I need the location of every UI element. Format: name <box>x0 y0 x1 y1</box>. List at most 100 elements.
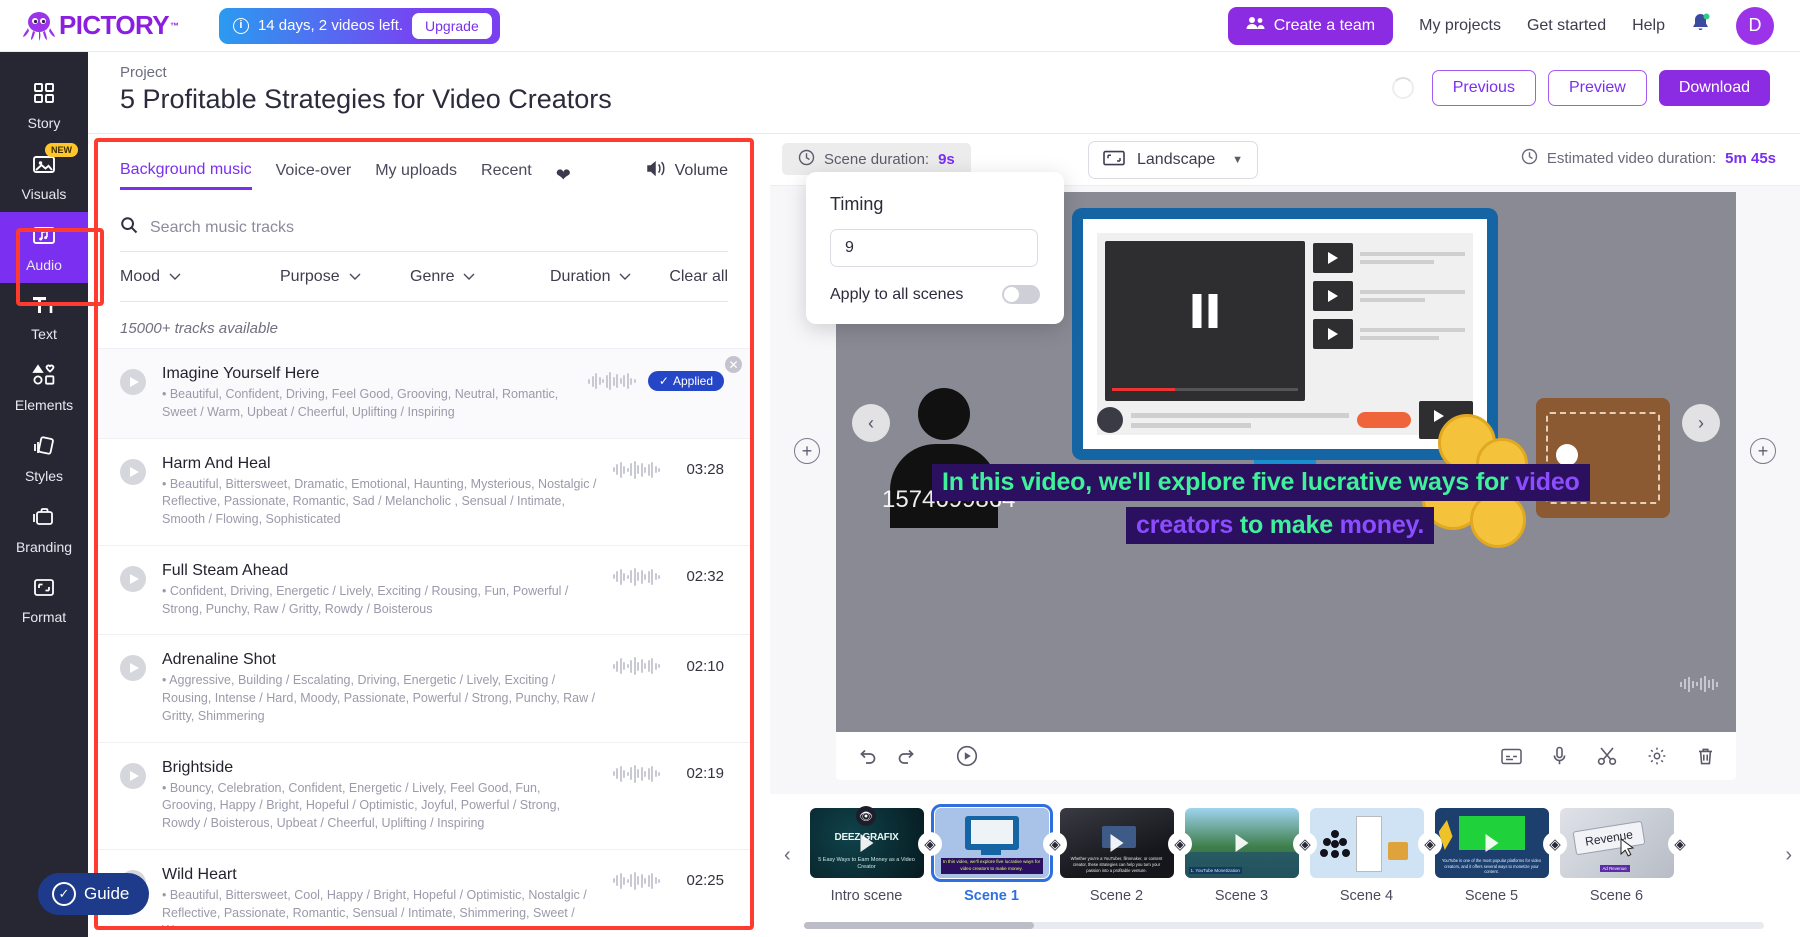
strip-scrollbar-thumb[interactable] <box>804 922 1034 929</box>
track-row[interactable]: Full Steam Ahead • Confident, Driving, E… <box>98 544 750 635</box>
remove-track-icon[interactable]: ✕ <box>725 356 742 373</box>
play-icon[interactable] <box>120 565 146 592</box>
strip-scroll-left-arrow[interactable]: ‹ <box>784 844 791 867</box>
clear-all-button[interactable]: Clear all <box>669 268 728 286</box>
scene-cell-intro[interactable]: 👁 DEEZ GRAFIX 5 Easy Ways to Earn Money … <box>804 806 942 904</box>
add-scene-before-button[interactable]: + <box>794 438 820 464</box>
scene-duration-button[interactable]: Scene duration: 9s <box>782 143 971 175</box>
download-button[interactable]: Download <box>1658 70 1770 106</box>
settings-icon[interactable] <box>1647 746 1667 766</box>
track-row[interactable]: ✕ Imagine Yourself Here • Beautiful, Con… <box>98 348 750 438</box>
nav-help[interactable]: Help <box>1632 17 1665 35</box>
scissors-icon[interactable] <box>1597 746 1617 766</box>
sidebar-item-text[interactable]: Text <box>0 283 88 352</box>
nav-get-started[interactable]: Get started <box>1527 17 1606 35</box>
scene-cell-4[interactable]: Scene 4 ◈ <box>1304 808 1442 904</box>
tab-voice-over[interactable]: Voice-over <box>276 162 352 188</box>
filter-genre[interactable]: Genre <box>410 268 550 286</box>
scene-thumbnail[interactable]: YouTube is one of the most popular platf… <box>1434 808 1549 878</box>
track-row[interactable]: Adrenaline Shot • Aggressive, Building /… <box>98 634 750 741</box>
sidebar-item-format[interactable]: Format <box>0 565 88 635</box>
scene-transition-icon[interactable]: ◈ <box>1043 832 1067 856</box>
music-track-list[interactable]: ✕ Imagine Yourself Here • Beautiful, Con… <box>98 348 750 926</box>
user-avatar[interactable]: D <box>1736 6 1774 45</box>
play-icon[interactable] <box>120 458 146 485</box>
next-scene-arrow[interactable]: › <box>1682 404 1720 442</box>
scene-thumbnail[interactable]: Revenue Ad Revenue <box>1559 808 1674 878</box>
scene-thumbnail[interactable]: 1. YouTube Monetization <box>1184 808 1299 878</box>
sidebar-label-text: Text <box>31 326 57 342</box>
scene-cell-5[interactable]: YouTube is one of the most popular platf… <box>1429 808 1567 904</box>
filter-mood[interactable]: Mood <box>120 268 280 286</box>
track-title: Adrenaline Shot <box>162 651 276 669</box>
track-row[interactable]: Harm And Heal • Beautiful, Bittersweet, … <box>98 437 750 545</box>
create-team-button[interactable]: Create a team <box>1227 6 1394 45</box>
scene-transition-icon[interactable]: ◈ <box>1293 832 1317 856</box>
play-icon[interactable] <box>120 762 146 789</box>
filter-purpose[interactable]: Purpose <box>280 268 410 286</box>
previous-button[interactable]: Previous <box>1431 70 1536 106</box>
left-sidebar: Story NEW Visuals Audio Text Elements St… <box>0 52 150 937</box>
track-row[interactable]: Brightside • Bouncy, Celebration, Confid… <box>98 741 750 849</box>
add-scene-after-button[interactable]: + <box>1750 438 1776 464</box>
trash-icon[interactable] <box>1697 747 1714 766</box>
search-input[interactable] <box>150 218 728 237</box>
microphone-icon[interactable] <box>1552 746 1567 766</box>
scene-cell-2[interactable]: Whether you're a YouTuber, filmmaker, or… <box>1054 808 1192 904</box>
header-right-group: Create a team My projects Get started He… <box>1227 6 1800 45</box>
apply-to-all-toggle[interactable] <box>1002 285 1040 304</box>
scene-thumbnail[interactable] <box>1309 808 1424 878</box>
pictory-logo[interactable]: PICTORY ™ <box>22 10 179 42</box>
scene-thumbnail[interactable]: In this video, we'll explore five lucrat… <box>930 804 1053 882</box>
timing-input[interactable] <box>830 229 1038 267</box>
scene-transition-icon[interactable]: ◈ <box>918 832 942 856</box>
previous-scene-arrow[interactable]: ‹ <box>852 404 890 442</box>
favorites-heart-icon[interactable]: ❤ <box>556 165 571 186</box>
play-icon[interactable] <box>120 655 146 682</box>
aspect-ratio-selector[interactable]: Landscape ▼ <box>1088 141 1258 179</box>
waveform-icon <box>612 871 660 890</box>
scene-transition-icon[interactable]: ◈ <box>1543 832 1567 856</box>
timing-popover: Timing Apply to all scenes <box>806 172 1064 324</box>
grid-icon <box>32 81 56 110</box>
strip-scroll-right-arrow[interactable]: › <box>1785 844 1792 867</box>
undo-icon[interactable] <box>858 747 878 765</box>
check-icon: ✓ <box>658 374 669 388</box>
sidebar-item-audio[interactable]: Audio <box>0 212 88 283</box>
nav-my-projects[interactable]: My projects <box>1419 17 1501 35</box>
scene-cell-6[interactable]: Revenue Ad Revenue Scene 6 ◈ <box>1554 808 1692 904</box>
track-title: Brightside <box>162 758 234 776</box>
sidebar-item-elements[interactable]: Elements <box>0 352 88 423</box>
redo-icon[interactable] <box>896 747 916 765</box>
track-title: Wild Heart <box>162 865 237 883</box>
filter-duration[interactable]: Duration <box>550 268 631 286</box>
scene-thumbnail[interactable]: Whether you're a YouTuber, filmmaker, or… <box>1059 808 1174 878</box>
strip-scrollbar[interactable] <box>804 922 1764 929</box>
eye-icon[interactable]: 👁 <box>856 806 876 826</box>
sidebar-item-visuals[interactable]: NEW Visuals <box>0 141 88 212</box>
guide-button[interactable]: ✓ Guide <box>38 873 150 915</box>
scene-cell-1[interactable]: In this video, we'll explore five lucrat… <box>929 804 1067 904</box>
upgrade-button[interactable]: Upgrade <box>412 12 492 39</box>
thumb-chart <box>1355 816 1382 872</box>
scene-cell-3[interactable]: 1. YouTube Monetization Scene 3 ◈ <box>1179 808 1317 904</box>
track-duration: 03:28 <box>686 461 724 478</box>
tab-my-uploads[interactable]: My uploads <box>375 162 457 188</box>
tab-background-music[interactable]: Background music <box>120 161 252 190</box>
preview-button[interactable]: Preview <box>1547 70 1647 106</box>
scene-transition-icon[interactable]: ◈ <box>1168 832 1192 856</box>
notification-bell-icon[interactable] <box>1691 13 1710 38</box>
tab-recent[interactable]: Recent <box>481 162 532 188</box>
caption-icon[interactable] <box>1501 748 1522 765</box>
scene-transition-icon[interactable]: ◈ <box>1668 832 1692 856</box>
sidebar-item-story[interactable]: Story <box>0 70 88 141</box>
sidebar-item-branding[interactable]: Branding <box>0 494 88 565</box>
shapes-icon <box>31 363 57 392</box>
scene-transition-icon[interactable]: ◈ <box>1418 832 1442 856</box>
sidebar-item-styles[interactable]: Styles <box>0 423 88 494</box>
play-icon[interactable] <box>120 369 146 395</box>
play-icon[interactable] <box>956 745 978 767</box>
track-row[interactable]: Wild Heart • Beautiful, Bittersweet, Coo… <box>98 848 750 926</box>
track-duration: 02:10 <box>686 657 724 675</box>
volume-button[interactable]: Volume <box>646 160 728 190</box>
